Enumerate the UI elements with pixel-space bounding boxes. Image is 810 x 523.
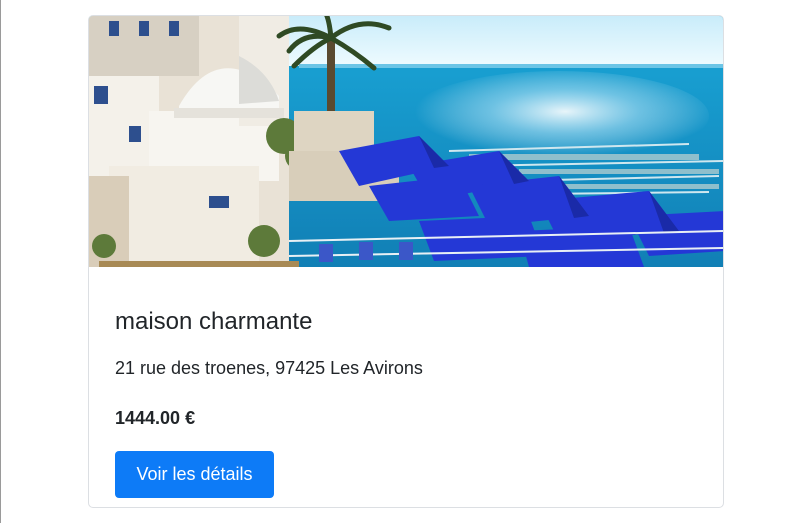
property-price: 1444.00 € bbox=[115, 408, 196, 428]
page: maison charmante 21 rue des troenes, 974… bbox=[0, 0, 810, 523]
card-body: maison charmante 21 rue des troenes, 974… bbox=[115, 267, 697, 507]
property-image bbox=[89, 16, 723, 267]
property-title: maison charmante bbox=[115, 308, 313, 335]
view-details-button[interactable]: Voir les détails bbox=[115, 451, 274, 498]
property-card: maison charmante 21 rue des troenes, 974… bbox=[88, 15, 724, 508]
window-edge bbox=[0, 0, 1, 523]
property-address: 21 rue des troenes, 97425 Les Avirons bbox=[115, 358, 423, 378]
